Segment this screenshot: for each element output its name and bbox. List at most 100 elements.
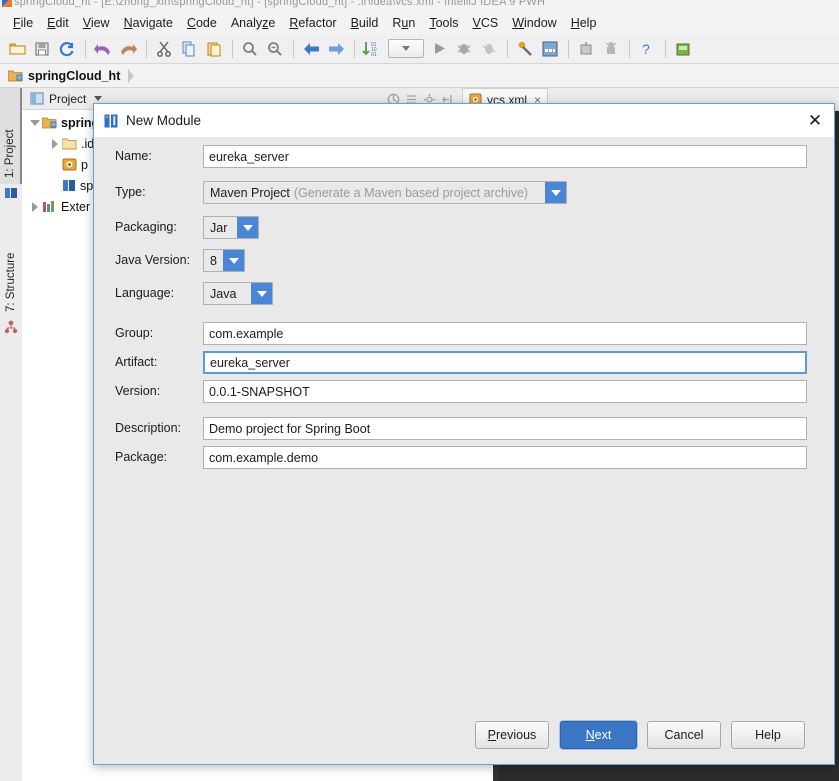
type-combobox[interactable]: Maven Project (Generate a Maven based pr… <box>203 181 567 204</box>
description-input-value: Demo project for Spring Boot <box>209 421 371 436</box>
menu-code[interactable]: Code <box>180 14 224 32</box>
project-panel-title: Project <box>49 91 87 106</box>
toolbar-separator <box>146 39 147 58</box>
dialog-title: New Module <box>126 113 202 128</box>
language-combobox[interactable]: Java <box>203 282 273 305</box>
save-all-icon[interactable] <box>30 37 54 61</box>
build-icon[interactable] <box>513 37 537 61</box>
disclosure-triangle-icon[interactable] <box>28 201 42 212</box>
help-button[interactable]: Help <box>731 721 805 749</box>
toolbar-separator <box>354 39 355 58</box>
artifact-input-value: eureka_server <box>210 355 290 370</box>
back-icon[interactable] <box>299 37 323 61</box>
package-input-value: com.example.demo <box>209 450 319 465</box>
field-row-packaging: Packaging: Jar <box>94 216 834 242</box>
disclosure-triangle-icon[interactable] <box>48 138 62 149</box>
breadcrumb-project[interactable]: springCloud_ht <box>8 68 135 83</box>
package-input[interactable]: com.example.demo <box>203 446 807 469</box>
iml-icon <box>63 180 75 191</box>
packaging-label: Packaging: <box>115 220 177 234</box>
previous-button[interactable]: Previous <box>475 721 549 749</box>
breadcrumb: springCloud_ht <box>0 64 839 88</box>
paste-icon[interactable] <box>202 37 226 61</box>
packaging-combobox[interactable]: Jar <box>203 216 259 239</box>
menu-view[interactable]: View <box>76 14 117 32</box>
artifact-input[interactable]: eureka_server <box>203 351 807 374</box>
forward-icon[interactable] <box>324 37 348 61</box>
help-icon[interactable]: ? <box>635 37 659 61</box>
disclosure-triangle-icon[interactable] <box>28 119 42 126</box>
sync-icon[interactable] <box>55 37 79 61</box>
menu-build[interactable]: Build <box>344 14 386 32</box>
coverage-icon[interactable] <box>477 37 501 61</box>
menu-vcs[interactable]: VCS <box>466 14 506 32</box>
next-button[interactable]: Next <box>560 721 637 749</box>
toolbar-separator <box>293 39 294 58</box>
tool-window-label: 7: Structure <box>5 252 17 312</box>
menu-run[interactable]: Run <box>385 14 422 32</box>
field-row-type: Type: Maven Project (Generate a Maven ba… <box>94 181 834 207</box>
version-input-value: 0.0.1-SNAPSHOT <box>209 384 310 399</box>
group-input[interactable]: com.example <box>203 322 807 345</box>
name-input[interactable]: eureka_server <box>203 145 807 168</box>
chevron-down-icon[interactable] <box>237 217 258 238</box>
previous-button-label-rest: revious <box>496 728 537 742</box>
open-folder-icon[interactable] <box>5 37 29 61</box>
replace-icon[interactable] <box>263 37 287 61</box>
field-row-artifact: Artifact: eureka_server <box>94 351 834 377</box>
menu-file[interactable]: File <box>6 14 40 32</box>
main-toolbar: 01 10 01 ? <box>0 34 839 64</box>
project-structure-icon[interactable] <box>538 37 562 61</box>
close-icon[interactable]: ✕ <box>804 110 826 132</box>
menu-edit[interactable]: Edit <box>40 14 76 32</box>
menu-refactor[interactable]: Refactor <box>282 14 343 32</box>
find-icon[interactable] <box>238 37 262 61</box>
cancel-button[interactable]: Cancel <box>647 721 721 749</box>
app-logo-icon <box>2 0 12 7</box>
android-icon[interactable] <box>671 37 695 61</box>
undo-icon[interactable] <box>91 37 115 61</box>
description-label: Description: <box>115 421 181 435</box>
menubar: File Edit View Navigate Code Analyze Ref… <box>0 12 839 34</box>
menu-tools[interactable]: Tools <box>422 14 465 32</box>
structure-window-icon[interactable] <box>4 320 18 334</box>
chevron-down-icon[interactable] <box>251 283 272 304</box>
intellij-logo-icon <box>104 114 118 128</box>
ide-window: springCloud_ht - [E:\zhong_xin\springClo… <box>0 0 839 781</box>
version-label: Version: <box>115 384 161 398</box>
run-configuration-selector[interactable] <box>388 39 424 58</box>
project-window-icon[interactable] <box>4 186 18 200</box>
sidebar-item-structure[interactable]: 7: Structure <box>0 206 22 318</box>
artifact-label: Artifact: <box>115 355 158 369</box>
run-icon[interactable] <box>427 37 451 61</box>
menu-window[interactable]: Window <box>505 14 563 32</box>
dialog-titlebar: New Module ✕ <box>94 104 834 137</box>
toolbar-separator <box>568 39 569 58</box>
java-version-combobox-value: 8 <box>210 253 217 268</box>
debug-icon[interactable] <box>452 37 476 61</box>
redo-icon[interactable] <box>116 37 140 61</box>
chevron-down-icon[interactable] <box>223 250 244 271</box>
menu-navigate[interactable]: Navigate <box>117 14 180 32</box>
description-input[interactable]: Demo project for Spring Boot <box>203 417 807 440</box>
field-row-description: Description: Demo project for Spring Boo… <box>94 417 834 443</box>
menu-analyze[interactable]: Analyze <box>224 14 282 32</box>
sort-icon[interactable]: 01 10 01 <box>360 37 384 61</box>
chevron-down-icon[interactable] <box>545 182 566 203</box>
sidebar-item-project[interactable]: 1: Project <box>0 88 22 184</box>
name-input-value: eureka_server <box>209 149 289 164</box>
cut-icon[interactable] <box>152 37 176 61</box>
copy-icon[interactable] <box>177 37 201 61</box>
sdk-manager-icon[interactable] <box>574 37 598 61</box>
field-row-name: Name: eureka_server <box>94 145 834 171</box>
avd-manager-icon[interactable] <box>599 37 623 61</box>
chevron-down-icon[interactable] <box>94 96 103 101</box>
folder-icon <box>62 138 77 150</box>
menu-help[interactable]: Help <box>564 14 604 32</box>
language-combobox-value: Java <box>210 286 237 301</box>
toolbar-separator <box>629 39 630 58</box>
new-module-dialog: New Module ✕ Name: eureka_server Type: M… <box>93 103 835 765</box>
java-version-combobox[interactable]: 8 <box>203 249 245 272</box>
module-folder-icon <box>8 70 23 82</box>
version-input[interactable]: 0.0.1-SNAPSHOT <box>203 380 807 403</box>
